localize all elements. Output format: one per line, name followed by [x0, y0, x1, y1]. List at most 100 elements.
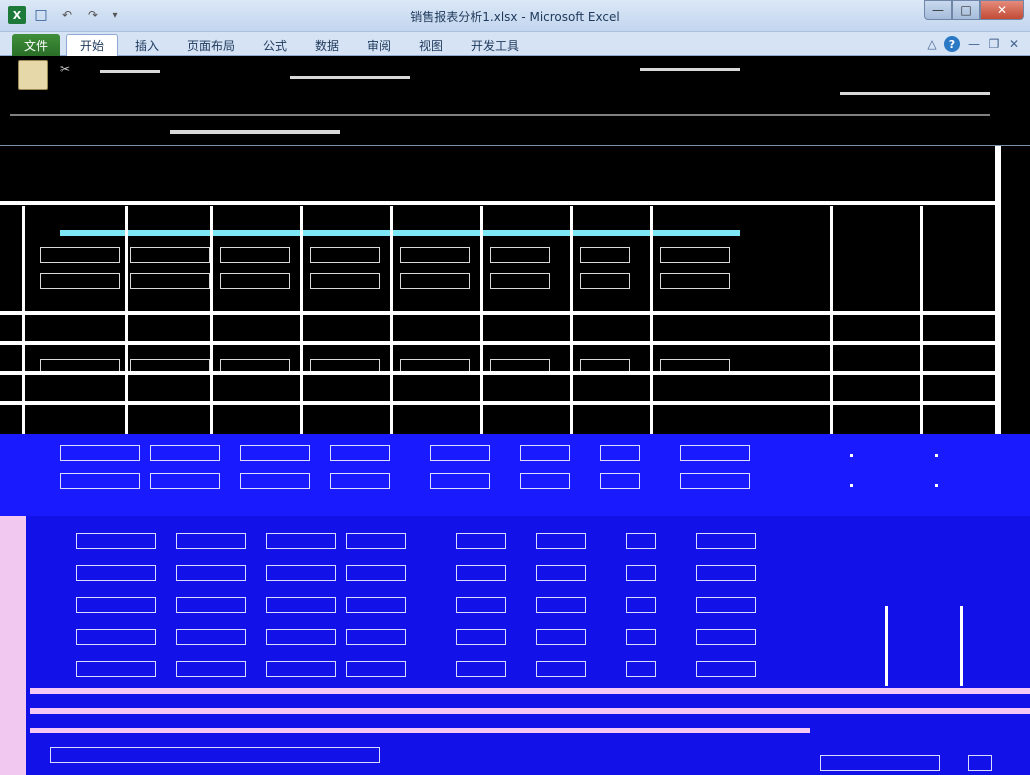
table-cell[interactable]: [400, 359, 470, 375]
table-cell[interactable]: [346, 597, 406, 613]
table-cell[interactable]: [346, 661, 406, 677]
maximize-icon[interactable]: □: [952, 0, 980, 20]
table-cell[interactable]: [40, 359, 120, 375]
close-icon[interactable]: ✕: [980, 0, 1024, 20]
table-cell[interactable]: [696, 533, 756, 549]
table-cell[interactable]: [680, 445, 750, 461]
table-cell[interactable]: [536, 533, 586, 549]
table-cell[interactable]: [490, 359, 550, 375]
doc-close-icon[interactable]: ✕: [1006, 36, 1022, 52]
table-cell[interactable]: [456, 629, 506, 645]
tab-data[interactable]: 数据: [304, 34, 350, 56]
table-cell[interactable]: [76, 629, 156, 645]
table-cell[interactable]: [346, 533, 406, 549]
table-cell[interactable]: [40, 247, 120, 263]
table-cell[interactable]: [580, 359, 630, 375]
table-cell[interactable]: [130, 247, 210, 263]
paste-icon[interactable]: [18, 60, 48, 90]
table-cell[interactable]: [150, 473, 220, 489]
table-cell[interactable]: [456, 565, 506, 581]
table-cell[interactable]: [430, 445, 490, 461]
ribbon-collapse-icon[interactable]: △: [924, 36, 940, 52]
worksheet-grid[interactable]: [0, 146, 1030, 775]
table-cell[interactable]: [400, 273, 470, 289]
table-cell[interactable]: [696, 597, 756, 613]
table-cell[interactable]: [660, 359, 730, 375]
table-cell[interactable]: [456, 597, 506, 613]
table-cell[interactable]: [536, 661, 586, 677]
tab-page-layout[interactable]: 页面布局: [176, 34, 246, 56]
tab-view[interactable]: 视图: [408, 34, 454, 56]
table-cell[interactable]: [176, 661, 246, 677]
table-cell[interactable]: [536, 597, 586, 613]
table-cell[interactable]: [696, 565, 756, 581]
table-cell[interactable]: [266, 597, 336, 613]
cut-icon[interactable]: ✂: [60, 62, 72, 76]
table-cell[interactable]: [266, 565, 336, 581]
tab-insert[interactable]: 插入: [124, 34, 170, 56]
tab-home[interactable]: 开始: [66, 34, 118, 56]
table-cell[interactable]: [600, 473, 640, 489]
table-cell[interactable]: [346, 629, 406, 645]
table-cell[interactable]: [456, 661, 506, 677]
table-cell[interactable]: [346, 565, 406, 581]
table-cell[interactable]: [456, 533, 506, 549]
table-cell[interactable]: [76, 565, 156, 581]
table-cell[interactable]: [310, 359, 380, 375]
table-cell[interactable]: [60, 445, 140, 461]
table-cell[interactable]: [400, 247, 470, 263]
table-cell[interactable]: [536, 565, 586, 581]
table-cell[interactable]: [220, 273, 290, 289]
table-cell[interactable]: [580, 247, 630, 263]
tab-review[interactable]: 审阅: [356, 34, 402, 56]
table-cell[interactable]: [266, 661, 336, 677]
table-cell[interactable]: [660, 247, 730, 263]
table-cell[interactable]: [626, 597, 656, 613]
table-cell[interactable]: [626, 533, 656, 549]
table-cell[interactable]: [76, 597, 156, 613]
table-cell[interactable]: [60, 473, 140, 489]
table-cell[interactable]: [176, 629, 246, 645]
table-cell[interactable]: [520, 445, 570, 461]
table-cell[interactable]: [130, 273, 210, 289]
table-cell[interactable]: [50, 747, 380, 763]
table-cell[interactable]: [490, 273, 550, 289]
table-cell[interactable]: [330, 445, 390, 461]
table-cell[interactable]: [536, 629, 586, 645]
table-cell[interactable]: [310, 247, 380, 263]
table-cell[interactable]: [660, 273, 730, 289]
table-cell[interactable]: [680, 473, 750, 489]
table-cell[interactable]: [310, 273, 380, 289]
minimize-icon[interactable]: —: [924, 0, 952, 20]
table-cell[interactable]: [626, 565, 656, 581]
table-cell[interactable]: [176, 565, 246, 581]
table-cell[interactable]: [330, 473, 390, 489]
table-cell[interactable]: [76, 661, 156, 677]
table-cell[interactable]: [150, 445, 220, 461]
table-cell[interactable]: [626, 629, 656, 645]
table-cell[interactable]: [266, 629, 336, 645]
table-cell[interactable]: [240, 445, 310, 461]
doc-restore-icon[interactable]: ❐: [986, 36, 1002, 52]
table-cell[interactable]: [626, 661, 656, 677]
table-cell[interactable]: [240, 473, 310, 489]
tab-developer[interactable]: 开发工具: [460, 34, 530, 56]
doc-minimize-icon[interactable]: —: [966, 36, 982, 52]
table-cell[interactable]: [696, 629, 756, 645]
table-cell[interactable]: [40, 273, 120, 289]
table-cell[interactable]: [696, 661, 756, 677]
table-cell[interactable]: [220, 247, 290, 263]
table-cell[interactable]: [130, 359, 210, 375]
table-cell[interactable]: [490, 247, 550, 263]
table-cell[interactable]: [968, 755, 992, 771]
table-cell[interactable]: [220, 359, 290, 375]
help-icon[interactable]: ?: [944, 36, 960, 52]
table-cell[interactable]: [176, 533, 246, 549]
table-cell[interactable]: [600, 445, 640, 461]
table-cell[interactable]: [266, 533, 336, 549]
table-cell[interactable]: [76, 533, 156, 549]
table-cell[interactable]: [520, 473, 570, 489]
table-cell[interactable]: [430, 473, 490, 489]
table-cell[interactable]: [580, 273, 630, 289]
table-cell[interactable]: [820, 755, 940, 771]
